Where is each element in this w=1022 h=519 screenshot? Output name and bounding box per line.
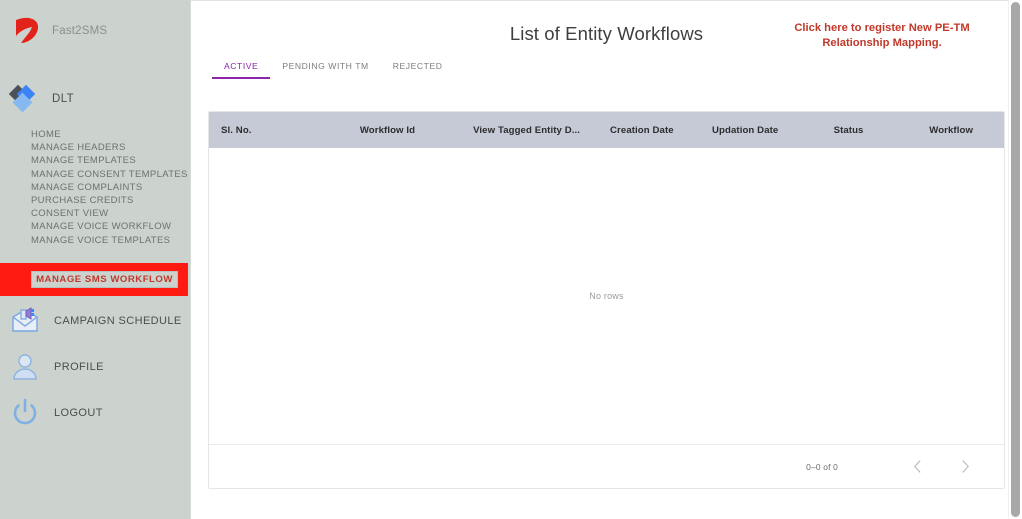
- brand-name: Fast2SMS: [52, 25, 108, 37]
- dlt-diamond-icon: [6, 82, 40, 116]
- sidebar-item-consent-view[interactable]: CONSENT VIEW: [31, 207, 190, 220]
- sidebar-item-profile[interactable]: PROFILE: [0, 344, 190, 390]
- sidebar-item-manage-consent-templates[interactable]: MANAGE CONSENT TEMPLATES: [31, 168, 190, 181]
- topbar: List of Entity Workflows Click here to r…: [191, 1, 1022, 97]
- column-header-view-tagged-entity-details[interactable]: View Tagged Entity D...: [461, 125, 592, 136]
- sidebar-item-manage-sms-workflow-label: MANAGE SMS WORKFLOW: [36, 274, 173, 285]
- app-root: Fast2SMS DLT HOME MANAGE HEADERS MANAGE …: [0, 0, 1022, 519]
- sidebar-item-campaign-schedule[interactable]: CAMPAIGN SCHEDULE: [0, 298, 190, 344]
- sidebar: Fast2SMS DLT HOME MANAGE HEADERS MANAGE …: [0, 0, 190, 519]
- sidebar-item-logout-label: LOGOUT: [54, 407, 103, 419]
- campaign-envelope-icon: [8, 304, 42, 338]
- table-body: No rows: [209, 148, 1004, 444]
- table-header-row: Sl. No. Workflow Id View Tagged Entity D…: [209, 112, 1004, 148]
- pagination-range-label: 0–0 of 0: [806, 461, 838, 472]
- sidebar-item-manage-complaints[interactable]: MANAGE COMPLAINTS: [31, 181, 190, 194]
- sidebar-item-manage-sms-workflow[interactable]: MANAGE SMS WORKFLOW: [31, 271, 178, 288]
- column-header-updation-date[interactable]: Updation Date: [692, 125, 799, 136]
- workflows-table-card: Sl. No. Workflow Id View Tagged Entity D…: [208, 111, 1005, 489]
- tab-active[interactable]: ACTIVE: [212, 59, 271, 79]
- vertical-scrollbar[interactable]: [1008, 0, 1022, 519]
- sidebar-bottom-menu: CAMPAIGN SCHEDULE PROFILE LOGOUT: [0, 298, 190, 436]
- column-header-creation-date[interactable]: Creation Date: [592, 125, 691, 136]
- sidebar-section-dlt[interactable]: DLT: [0, 78, 190, 120]
- sidebar-menu: HOME MANAGE HEADERS MANAGE TEMPLATES MAN…: [0, 128, 190, 247]
- sidebar-section-dlt-label: DLT: [52, 93, 75, 105]
- sidebar-item-manage-headers[interactable]: MANAGE HEADERS: [31, 141, 190, 154]
- user-icon: [8, 350, 42, 384]
- brand: Fast2SMS: [0, 0, 190, 62]
- tab-rejected[interactable]: REJECTED: [381, 59, 455, 79]
- sidebar-item-campaign-schedule-label: CAMPAIGN SCHEDULE: [54, 315, 182, 327]
- register-petm-link[interactable]: Click here to register New PE-TM Relatio…: [772, 21, 992, 51]
- scrollbar-thumb[interactable]: [1011, 2, 1020, 517]
- column-header-workflow-id[interactable]: Workflow Id: [314, 125, 461, 136]
- sidebar-item-manage-voice-workflow[interactable]: MANAGE VOICE WORKFLOW: [31, 220, 190, 233]
- sidebar-item-logout[interactable]: LOGOUT: [0, 390, 190, 436]
- chevron-right-icon[interactable]: [950, 452, 980, 482]
- sidebar-item-profile-label: PROFILE: [54, 361, 104, 373]
- tab-bar: ACTIVE PENDING WITH TM REJECTED: [212, 59, 455, 79]
- main-content: List of Entity Workflows Click here to r…: [190, 0, 1022, 519]
- sidebar-item-purchase-credits[interactable]: PURCHASE CREDITS: [31, 194, 190, 207]
- column-header-workflow[interactable]: Workflow: [898, 125, 1004, 136]
- column-header-sl-no[interactable]: Sl. No.: [209, 125, 314, 136]
- column-header-status[interactable]: Status: [799, 125, 898, 136]
- chevron-left-icon[interactable]: [902, 452, 932, 482]
- sidebar-item-home[interactable]: HOME: [31, 128, 190, 141]
- sidebar-item-manage-templates[interactable]: MANAGE TEMPLATES: [31, 154, 190, 167]
- power-icon: [8, 396, 42, 430]
- highlight-annotation-box: MANAGE SMS WORKFLOW: [0, 263, 188, 296]
- empty-state-message: No rows: [589, 291, 624, 301]
- sidebar-item-manage-voice-templates[interactable]: MANAGE VOICE TEMPLATES: [31, 234, 190, 247]
- table-footer: 0–0 of 0: [209, 444, 1004, 488]
- tab-pending-with-tm[interactable]: PENDING WITH TM: [270, 59, 380, 79]
- fast2sms-swirl-logo-icon: [8, 14, 44, 48]
